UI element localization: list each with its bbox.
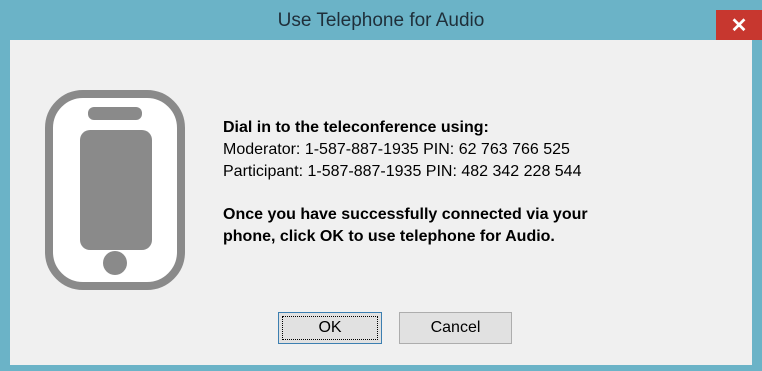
ok-button[interactable]: OK bbox=[278, 312, 382, 344]
participant-line: Participant: 1-587-887-1935 PIN: 482 342… bbox=[223, 163, 582, 180]
dialog-body: Dial in to the teleconference using: Mod… bbox=[10, 40, 752, 365]
cancel-button-label: Cancel bbox=[430, 319, 481, 336]
close-button[interactable]: ✕ bbox=[716, 10, 762, 40]
cancel-button[interactable]: Cancel bbox=[399, 312, 512, 344]
use-telephone-dialog: Use Telephone for Audio ✕ Dial in to the… bbox=[0, 0, 762, 371]
instruction-line-2: phone, click OK to use telephone for Aud… bbox=[223, 228, 555, 245]
focus-rectangle bbox=[282, 316, 378, 340]
moderator-line: Moderator: 1-587-887-1935 PIN: 62 763 76… bbox=[223, 141, 570, 158]
instruction-line-1: Once you have successfully connected via… bbox=[223, 206, 588, 223]
mobile-phone-icon bbox=[45, 90, 185, 290]
dialog-title: Use Telephone for Audio bbox=[277, 10, 485, 31]
dial-in-heading: Dial in to the teleconference using: bbox=[223, 119, 489, 136]
title-bar[interactable]: Use Telephone for Audio ✕ bbox=[0, 0, 762, 40]
close-icon: ✕ bbox=[730, 14, 748, 37]
dial-in-message: Dial in to the teleconference using: Mod… bbox=[223, 117, 588, 248]
